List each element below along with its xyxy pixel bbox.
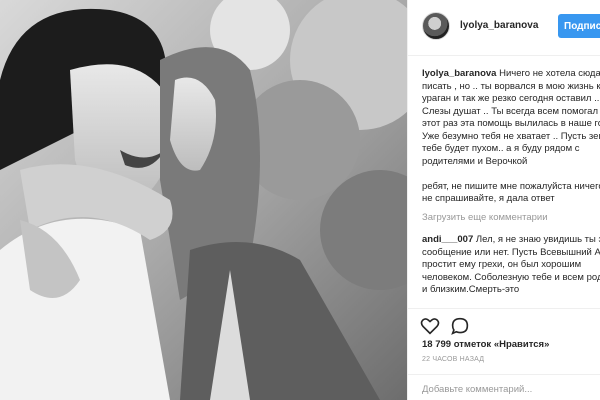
caption-username[interactable]: lyolya_baranova (422, 68, 496, 79)
action-bar (408, 308, 600, 336)
caption: lyolya_baranova Ничего не хотела сюда пи… (422, 68, 600, 206)
comments-section: lyolya_baranova Ничего не хотела сюда пи… (422, 68, 600, 310)
comment-icon[interactable] (450, 317, 470, 335)
photo-image (0, 0, 407, 400)
header-username[interactable]: lyolya_baranova (460, 20, 538, 31)
add-comment-bar (408, 374, 600, 400)
post-side-panel: lyolya_baranova Подписаться lyolya_baran… (407, 0, 600, 400)
load-more-comments-link[interactable]: Загрузить еще комментарии (422, 212, 600, 225)
comment-item: andi___007 Лел, я не знаю увидишь ты это… (422, 234, 600, 297)
post-timestamp[interactable]: 22 часов назад (422, 356, 484, 363)
comment-username[interactable]: andi___007 (422, 234, 473, 245)
post-photo[interactable] (0, 0, 407, 400)
avatar[interactable] (422, 12, 450, 40)
caption-text: Ничего не хотела сюда писать , но .. ты … (422, 68, 600, 204)
follow-button[interactable]: Подписаться (558, 14, 600, 38)
heart-icon[interactable] (420, 317, 440, 335)
instagram-post: lyolya_baranova Подписаться lyolya_baran… (0, 0, 600, 400)
likes-count[interactable]: 18 799 отметок «Нравится» (422, 339, 549, 350)
add-comment-input[interactable] (422, 381, 592, 397)
post-header: lyolya_baranova Подписаться (408, 0, 600, 56)
